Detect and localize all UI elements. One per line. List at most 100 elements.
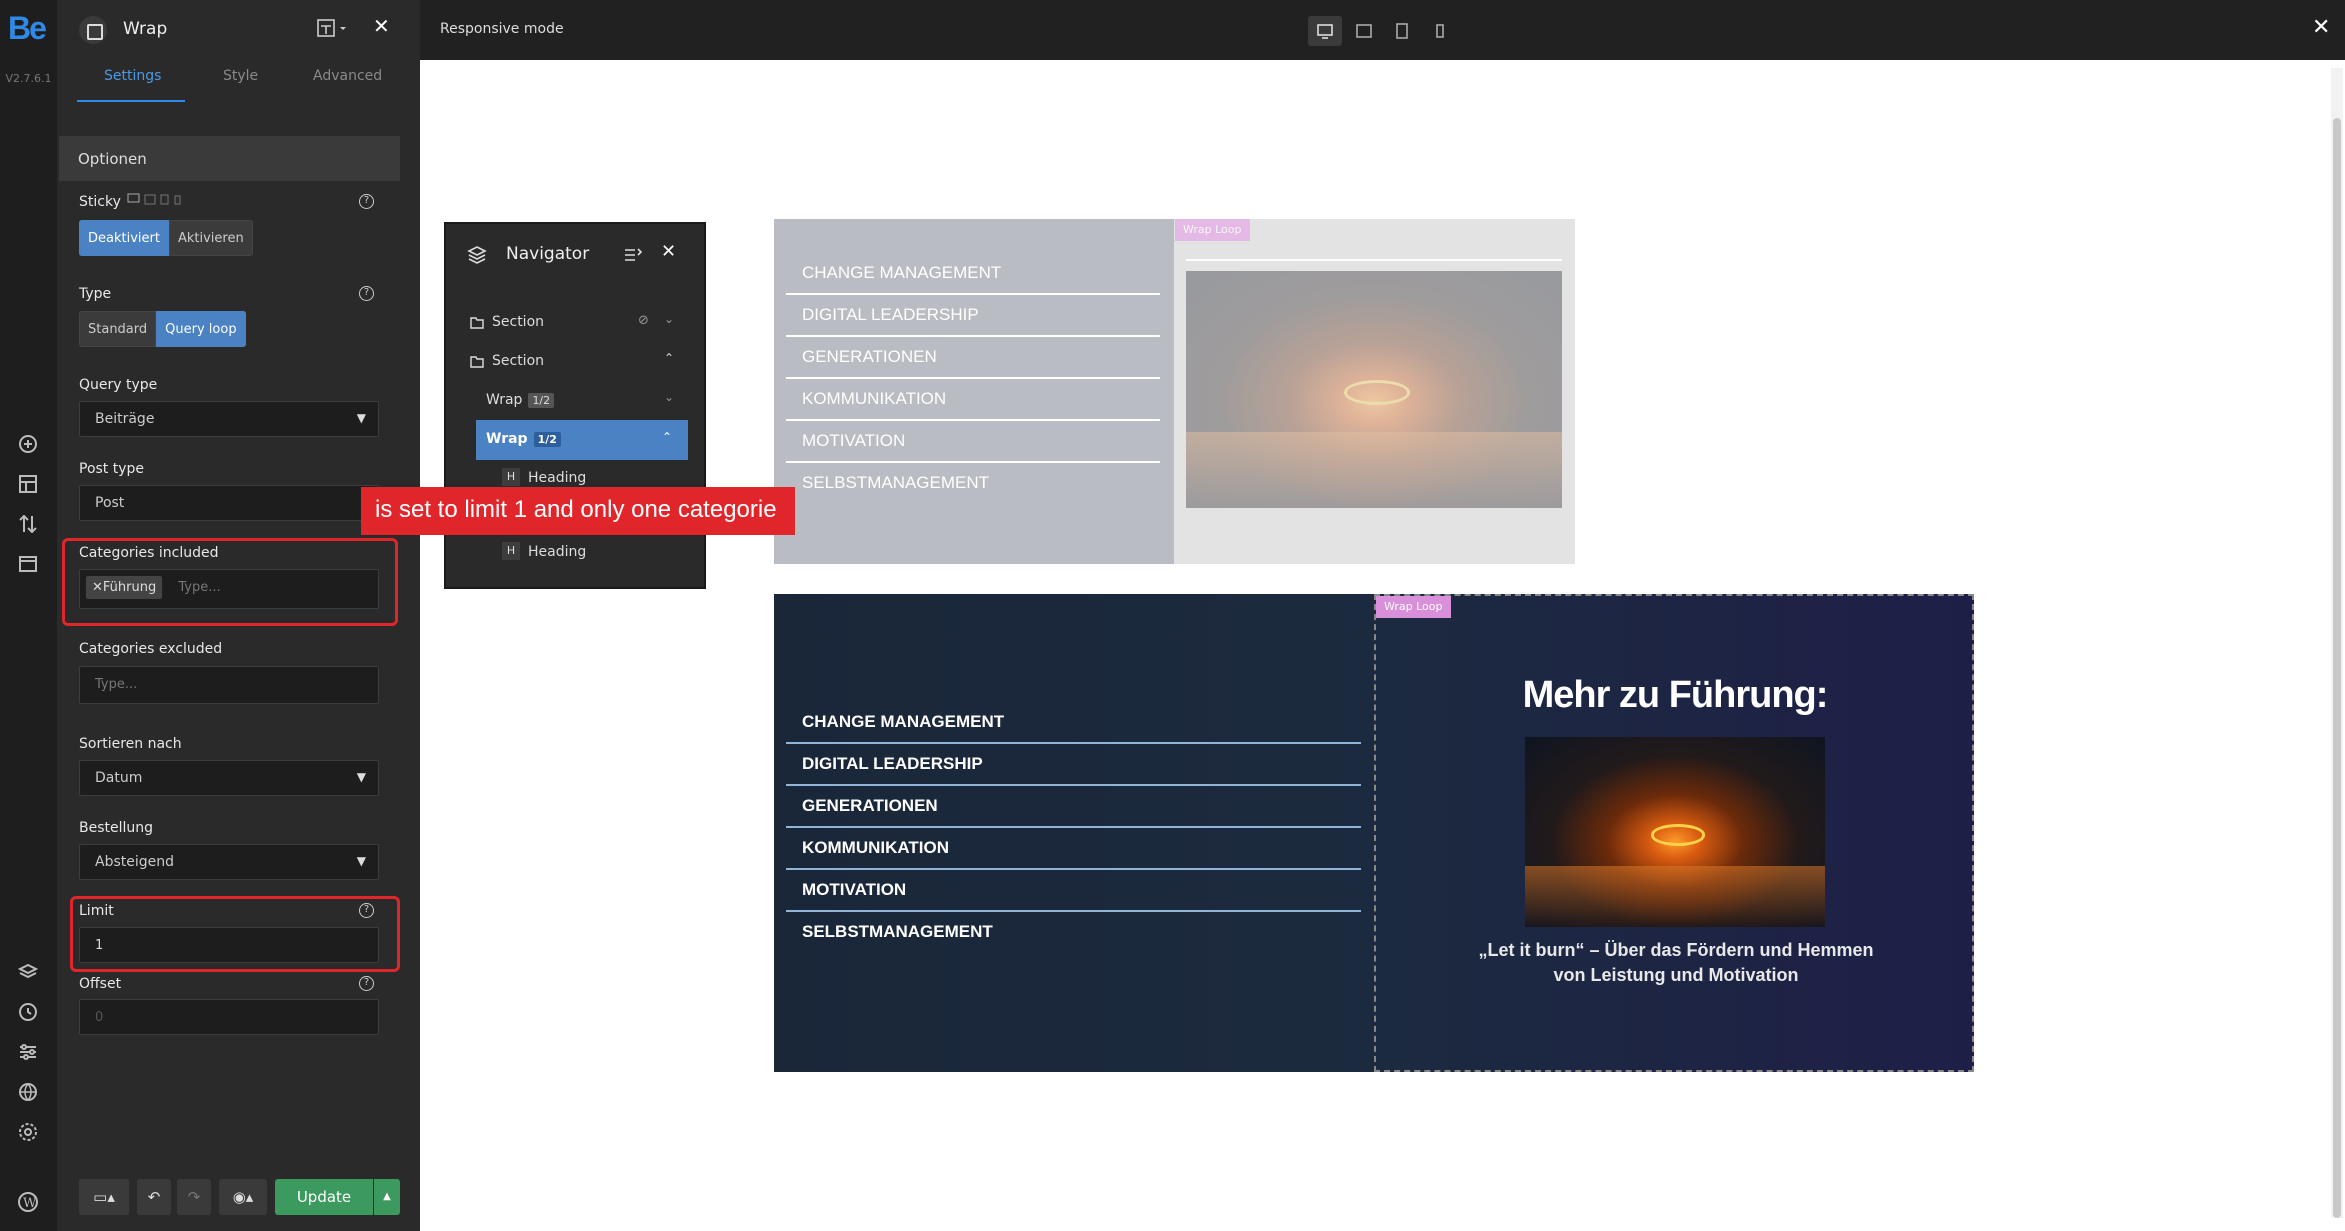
- sticky-toggle: Deaktiviert Aktivieren: [79, 220, 253, 256]
- wrap-loop-badge[interactable]: Wrap Loop: [1175, 219, 1250, 241]
- tab-style[interactable]: Style: [223, 68, 258, 84]
- section-optionen[interactable]: Optionen: [59, 136, 400, 181]
- type-query-loop-button[interactable]: Query loop: [156, 311, 246, 347]
- panel-close-icon[interactable]: ✕: [373, 14, 390, 38]
- globe-icon[interactable]: [14, 1078, 42, 1106]
- layers-icon: [467, 246, 487, 264]
- limit-input[interactable]: 1: [79, 927, 379, 963]
- chevron-up-icon[interactable]: ⌃: [662, 430, 672, 444]
- divider: [786, 784, 1361, 786]
- gear-icon[interactable]: [14, 1118, 42, 1146]
- category-item[interactable]: MOTIVATION: [802, 880, 906, 900]
- wrap-loop-container[interactable]: Wrap Loop Mehr zu Führung: „Let it burn“…: [1374, 594, 1974, 1072]
- preview-icon[interactable]: ◉▴: [219, 1179, 267, 1215]
- element-type-icon: [79, 16, 107, 44]
- preview-section-main[interactable]: CHANGE MANAGEMENT DIGITAL LEADERSHIP GEN…: [774, 594, 1974, 1072]
- chevron-down-icon[interactable]: ⌄: [664, 390, 674, 404]
- type-standard-button[interactable]: Standard: [79, 311, 157, 347]
- history-icon[interactable]: [14, 998, 42, 1026]
- post-title[interactable]: „Let it burn“ – Über das Fördern und Hem…: [1466, 938, 1886, 988]
- annotation-callout: is set to limit 1 and only one categorie: [361, 487, 795, 535]
- layers-icon[interactable]: [14, 958, 42, 986]
- category-item[interactable]: KOMMUNIKATION: [802, 838, 949, 858]
- undo-icon[interactable]: ↶: [137, 1179, 171, 1215]
- active-tab-indicator: [77, 100, 185, 102]
- category-item[interactable]: KOMMUNIKATION: [802, 389, 946, 409]
- nav-row-label: Section: [492, 353, 545, 369]
- sticky-label: Sticky: [79, 194, 121, 210]
- nav-row-label: Heading: [528, 470, 587, 486]
- top-toolbar: Responsive mode ✕: [420, 0, 2345, 60]
- category-item[interactable]: DIGITAL LEADERSHIP: [802, 754, 983, 774]
- post-type-select[interactable]: Post: [79, 485, 379, 521]
- tablet-portrait-icon[interactable]: [1385, 16, 1419, 46]
- nav-row-wrap[interactable]: Wrap 1/2 ⌄: [466, 382, 688, 418]
- breakpoint-switch-button[interactable]: ▭▴: [79, 1179, 129, 1215]
- panel-footer: ▭▴ ↶ ↷ ◉▴ Update ▲: [57, 1175, 420, 1219]
- tab-settings[interactable]: Settings: [104, 68, 161, 84]
- category-item[interactable]: MOTIVATION: [802, 431, 905, 451]
- category-tag[interactable]: ✕Führung: [86, 576, 163, 599]
- categories-excluded-label: Categories excluded: [79, 641, 223, 657]
- tab-advanced[interactable]: Advanced: [313, 68, 382, 84]
- divider: [786, 461, 1160, 463]
- exit-builder-icon[interactable]: ✕: [2312, 15, 2330, 40]
- templates-icon[interactable]: [14, 470, 42, 498]
- nav-row-heading[interactable]: H Heading: [482, 534, 688, 570]
- nav-row-section[interactable]: Section ⌃: [466, 343, 688, 379]
- folder-open-icon: [470, 356, 484, 368]
- categories-included-label: Categories included: [79, 545, 219, 561]
- tablet-landscape-icon[interactable]: [1347, 16, 1381, 46]
- mobile-icon[interactable]: [1423, 16, 1457, 46]
- update-button[interactable]: Update: [275, 1179, 373, 1215]
- template-save-icon[interactable]: [317, 19, 351, 39]
- limit-help-icon[interactable]: ?: [359, 903, 374, 918]
- wrap-loop-badge[interactable]: Wrap Loop: [1376, 596, 1451, 618]
- categories-included-input[interactable]: ✕Führung Type...: [79, 569, 379, 609]
- order-label: Bestellung: [79, 820, 154, 836]
- settings-sliders-icon[interactable]: [14, 1038, 42, 1066]
- query-type-select[interactable]: Beiträge ▼: [79, 401, 379, 437]
- category-item[interactable]: GENERATIONEN: [802, 347, 937, 367]
- wordpress-icon[interactable]: W: [14, 1188, 42, 1216]
- scrollbar-thumb[interactable]: [2333, 118, 2341, 1218]
- hidden-eye-icon[interactable]: ⊘: [638, 313, 649, 328]
- pages-icon[interactable]: [14, 550, 42, 578]
- preview-section-faded[interactable]: CHANGE MANAGEMENT DIGITAL LEADERSHIP GEN…: [774, 219, 1575, 564]
- type-help-icon[interactable]: ?: [359, 286, 374, 301]
- sort-by-value: Datum: [95, 770, 143, 786]
- update-options-icon[interactable]: ▲: [374, 1179, 400, 1215]
- order-select[interactable]: Absteigend ▼: [79, 844, 379, 880]
- post-image[interactable]: [1525, 737, 1825, 927]
- category-item[interactable]: CHANGE MANAGEMENT: [802, 263, 1001, 283]
- remove-tag-icon[interactable]: ✕: [92, 580, 103, 595]
- redo-icon[interactable]: ↷: [177, 1179, 211, 1215]
- svg-text:W: W: [23, 1196, 37, 1211]
- bricks-logo[interactable]: Be: [8, 10, 47, 47]
- sticky-help-icon[interactable]: ?: [359, 194, 374, 209]
- categories-excluded-input[interactable]: Type...: [79, 666, 379, 704]
- nav-row-label: Heading: [528, 544, 587, 560]
- category-item[interactable]: SELBSTMANAGEMENT: [802, 922, 993, 942]
- offset-help-icon[interactable]: ?: [359, 976, 374, 991]
- canvas-scrollbar[interactable]: [2331, 68, 2343, 1218]
- category-item[interactable]: GENERATIONEN: [802, 796, 938, 816]
- navigator-close-icon[interactable]: ✕: [661, 241, 676, 262]
- import-export-icon[interactable]: [14, 510, 42, 538]
- nav-row-wrap-active[interactable]: Wrap 1/2 ⌃: [476, 420, 688, 460]
- chevron-down-icon[interactable]: ⌄: [664, 312, 674, 326]
- add-element-icon[interactable]: [14, 430, 42, 458]
- category-item[interactable]: SELBSTMANAGEMENT: [802, 473, 989, 493]
- offset-input[interactable]: 0: [79, 999, 379, 1035]
- sticky-deaktiviert-button[interactable]: Deaktiviert: [79, 220, 169, 256]
- category-item[interactable]: DIGITAL LEADERSHIP: [802, 305, 979, 325]
- desktop-icon[interactable]: [1308, 16, 1342, 46]
- nav-row-section[interactable]: Section ⊘ ⌄: [466, 304, 688, 340]
- responsive-mode-label: Responsive mode: [440, 21, 564, 37]
- category-item[interactable]: CHANGE MANAGEMENT: [802, 712, 1004, 732]
- sticky-aktivieren-button[interactable]: Aktivieren: [168, 220, 253, 256]
- navigator-settings-icon[interactable]: [622, 244, 644, 266]
- chevron-up-icon[interactable]: ⌃: [664, 351, 674, 365]
- sort-by-select[interactable]: Datum ▼: [79, 760, 379, 796]
- divider: [786, 868, 1361, 870]
